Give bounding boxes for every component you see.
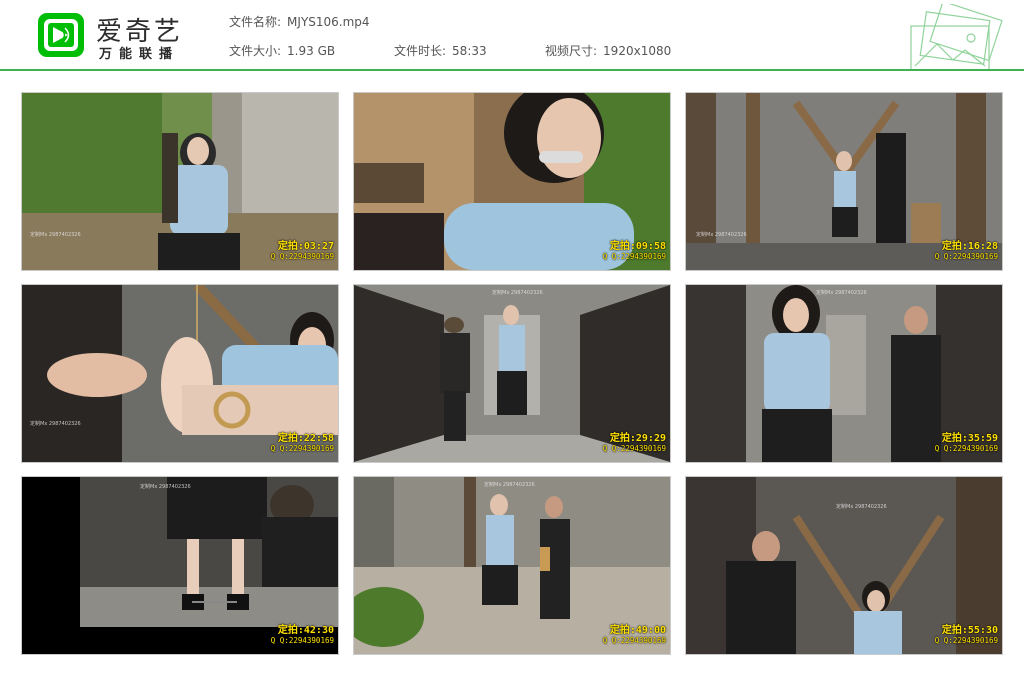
timestamp-time: 22:58	[303, 433, 334, 444]
contact-text: Q Q:2294390169	[270, 636, 334, 645]
file-size-value: 1.93 GB	[287, 44, 336, 58]
watermark: 定制Mx 2987402326	[836, 504, 887, 510]
timestamp-label: 定拍:	[609, 433, 636, 444]
timestamp-time: 49:00	[635, 625, 666, 636]
video-resolution-value: 1920x1080	[603, 44, 672, 58]
timestamp-time: 35:59	[967, 433, 998, 444]
contact-text: Q Q:2294390169	[934, 636, 998, 645]
header: 爱奇艺 万能联播 文件名称: MJYS106.mp4 文件大小: 1.93 GB 文…	[0, 0, 1024, 71]
file-size-row: 文件大小: 1.93 GB	[229, 42, 335, 59]
file-duration-value: 58:33	[452, 44, 487, 58]
thumbnail-9[interactable]: 定制Mx 2987402326 定拍:55:30 Q Q:2294390169	[685, 476, 1003, 655]
timestamp-overlay: 定拍:03:27 Q Q:2294390169	[271, 242, 334, 262]
timestamp-label: 定拍:	[941, 433, 968, 444]
decorative-images-icon	[910, 4, 1003, 70]
file-name-label: 文件名称:	[229, 15, 282, 29]
timestamp-label: 定拍:	[941, 241, 968, 252]
timestamp-overlay: 定拍:55:30 Q Q:2294390169	[935, 626, 998, 646]
file-duration-label: 文件时长:	[394, 44, 447, 58]
thumbnail-5[interactable]: 定制Mx 2987402326 定拍:29:29 Q Q:2294390169	[353, 284, 671, 463]
watermark: 定制Mx 2987402326	[484, 482, 535, 488]
timestamp-label: 定拍:	[277, 433, 304, 444]
file-name-value: MJYS106.mp4	[287, 15, 370, 29]
thumbnail-6[interactable]: 定制Mx 2987402326 定拍:35:59 Q Q:2294390169	[685, 284, 1003, 463]
timestamp-time: 16:28	[967, 241, 998, 252]
timestamp-time: 42:30	[303, 625, 334, 636]
contact-text: Q Q:2294390169	[270, 252, 334, 261]
watermark: 定制Mx 2987402326	[696, 232, 747, 238]
video-resolution-row: 视频尺寸: 1920x1080	[545, 42, 671, 59]
timestamp-time: 55:30	[967, 625, 998, 636]
file-duration-row: 文件时长: 58:33	[394, 42, 487, 59]
watermark: 定制Mx 2987402326	[140, 484, 191, 490]
iqiyi-logo-icon	[38, 13, 84, 57]
timestamp-overlay: 定拍:09:58 Q Q:2294390169	[603, 242, 666, 262]
timestamp-time: 09:58	[635, 241, 666, 252]
timestamp-label: 定拍:	[941, 625, 968, 636]
timestamp-overlay: 定拍:22:58 Q Q:2294390169	[271, 434, 334, 454]
thumbnail-7[interactable]: 定制Mx 2987402326 定拍:42:30 Q Q:2294390169	[21, 476, 339, 655]
watermark: 定制Mx 2987402326	[30, 232, 81, 238]
contact-text: Q Q:2294390169	[270, 444, 334, 453]
timestamp-overlay: 定拍:42:30 Q Q:2294390169	[271, 626, 334, 646]
contact-text: Q Q:2294390169	[934, 252, 998, 261]
contact-text: Q Q:2294390169	[602, 636, 666, 645]
contact-text: Q Q:2294390169	[934, 444, 998, 453]
timestamp-overlay: 定拍:29:29 Q Q:2294390169	[603, 434, 666, 454]
timestamp-label: 定拍:	[277, 241, 304, 252]
thumbnail-3[interactable]: 定制Mx 2987402326 定拍:16:28 Q Q:2294390169	[685, 92, 1003, 271]
thumbnail-8[interactable]: 定制Mx 2987402326 定拍:49:00 Q Q:2294390169	[353, 476, 671, 655]
watermark: 定制Mx 2987402326	[492, 290, 543, 296]
timestamp-overlay: 定拍:35:59 Q Q:2294390169	[935, 434, 998, 454]
brand-subtitle: 万能联播	[99, 47, 180, 62]
timestamp-label: 定拍:	[609, 241, 636, 252]
timestamp-label: 定拍:	[609, 625, 636, 636]
thumbnail-2[interactable]: 定拍:09:58 Q Q:2294390169	[353, 92, 671, 271]
file-name-row: 文件名称: MJYS106.mp4	[229, 13, 370, 30]
contact-text: Q Q:2294390169	[602, 444, 666, 453]
watermark: 定制Mx 2987402326	[816, 290, 867, 296]
timestamp-label: 定拍:	[277, 625, 304, 636]
timestamp-time: 29:29	[635, 433, 666, 444]
thumbnail-4[interactable]: 定制Mx 2987402326 定拍:22:58 Q Q:2294390169	[21, 284, 339, 463]
header-divider	[0, 69, 1024, 71]
timestamp-overlay: 定拍:49:00 Q Q:2294390169	[603, 626, 666, 646]
timestamp-overlay: 定拍:16:28 Q Q:2294390169	[935, 242, 998, 262]
contact-text: Q Q:2294390169	[602, 252, 666, 261]
video-resolution-label: 视频尺寸:	[545, 44, 598, 58]
file-size-label: 文件大小:	[229, 44, 282, 58]
watermark: 定制Mx 2987402326	[30, 421, 81, 427]
thumbnail-1[interactable]: 定制Mx 2987402326 定拍:03:27 Q Q:2294390169	[21, 92, 339, 271]
timestamp-time: 03:27	[303, 241, 334, 252]
